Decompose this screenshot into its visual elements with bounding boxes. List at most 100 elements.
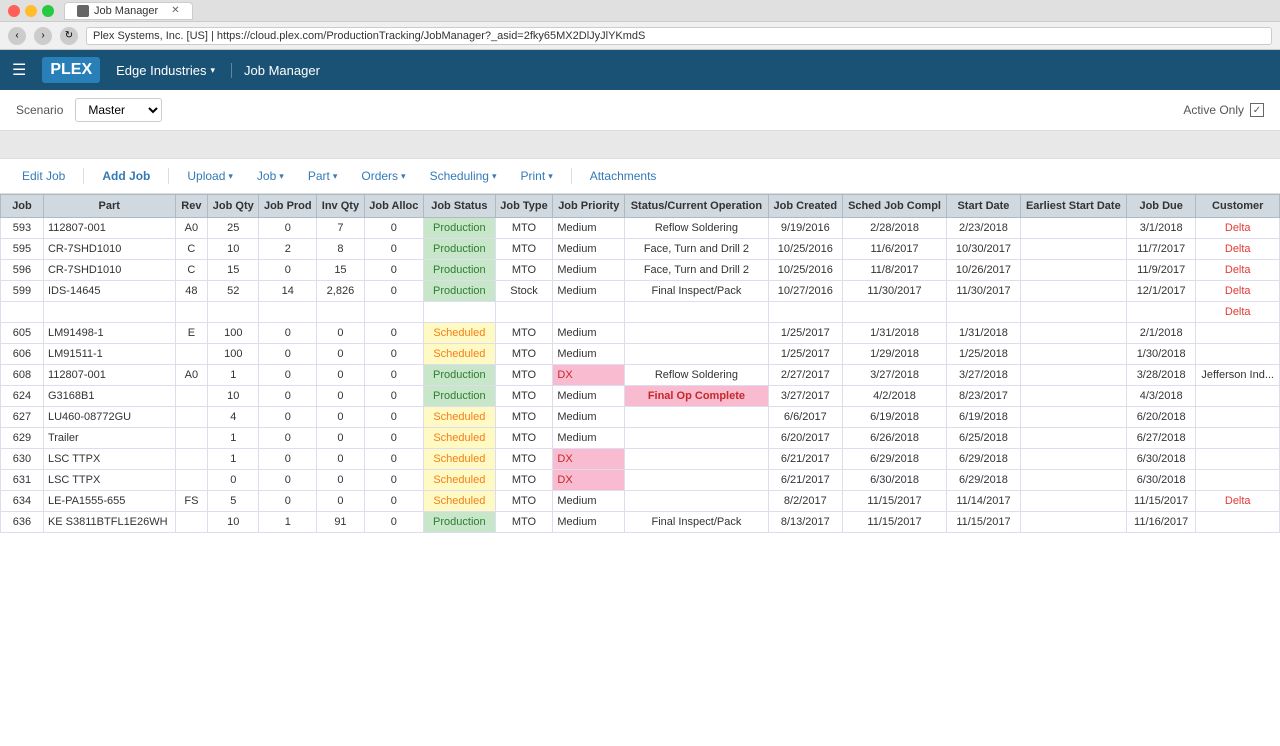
- company-dropdown-icon[interactable]: ▾: [210, 65, 215, 76]
- part-dropdown-icon: ▾: [333, 171, 338, 182]
- attachments-button[interactable]: Attachments: [580, 165, 667, 187]
- table-cell: Medium: [553, 491, 625, 512]
- header-job-alloc[interactable]: Job Alloc: [364, 195, 423, 218]
- table-cell: Delta: [1196, 491, 1280, 512]
- minimize-button[interactable]: [25, 5, 37, 17]
- url-bar[interactable]: Plex Systems, Inc. [US] | https://cloud.…: [86, 27, 1272, 45]
- table-cell: Medium: [553, 344, 625, 365]
- table-row[interactable]: 599IDS-146454852142,8260ProductionStockM…: [1, 281, 1280, 302]
- table-row[interactable]: Delta: [1, 302, 1280, 323]
- table-cell: Medium: [553, 428, 625, 449]
- table-cell: 11/15/2017: [842, 512, 946, 533]
- header-customer[interactable]: Customer: [1196, 195, 1280, 218]
- header-earliest[interactable]: Earliest Start Date: [1020, 195, 1126, 218]
- table-cell: [175, 302, 208, 323]
- header-job-prod[interactable]: Job Prod: [259, 195, 317, 218]
- table-row[interactable]: 627LU460-08772GU4000ScheduledMTOMedium6/…: [1, 407, 1280, 428]
- header-created[interactable]: Job Created: [768, 195, 842, 218]
- table-cell: 8/23/2017: [947, 386, 1021, 407]
- table-cell: LM91498-1: [43, 323, 175, 344]
- header-job-qty[interactable]: Job Qty: [208, 195, 259, 218]
- table-row[interactable]: 593112807-001A025070ProductionMTOMediumR…: [1, 218, 1280, 239]
- header-job[interactable]: Job: [1, 195, 44, 218]
- table-row[interactable]: 595CR-7SHD1010C10280ProductionMTOMediumF…: [1, 239, 1280, 260]
- scheduling-button[interactable]: Scheduling ▾: [420, 165, 507, 187]
- table-header: Job Part Rev Job Qty Job Prod Inv Qty Jo…: [1, 195, 1280, 218]
- header-job-status[interactable]: Job Status: [424, 195, 496, 218]
- table-row[interactable]: 605LM91498-1E100000ScheduledMTOMedium1/2…: [1, 323, 1280, 344]
- job-button[interactable]: Job ▾: [247, 165, 294, 187]
- table-cell: IDS-14645: [43, 281, 175, 302]
- header-due[interactable]: Job Due: [1126, 195, 1196, 218]
- header-rev[interactable]: Rev: [175, 195, 208, 218]
- hamburger-menu-icon[interactable]: ☰: [12, 60, 26, 80]
- orders-button[interactable]: Orders ▾: [351, 165, 415, 187]
- scenario-select[interactable]: Master: [75, 98, 162, 122]
- table-row[interactable]: 629Trailer1000ScheduledMTOMedium6/20/201…: [1, 428, 1280, 449]
- table-cell: KE S3811BTFL1E26WH: [43, 512, 175, 533]
- header-inv-qty[interactable]: Inv Qty: [317, 195, 364, 218]
- header-operation[interactable]: Status/Current Operation: [625, 195, 769, 218]
- table-cell: [208, 302, 259, 323]
- refresh-button[interactable]: ↻: [60, 27, 78, 45]
- table-row[interactable]: 606LM91511-1100000ScheduledMTOMedium1/25…: [1, 344, 1280, 365]
- table-cell: 0: [364, 323, 423, 344]
- table-cell: 3/27/2017: [768, 386, 842, 407]
- table-cell: [625, 302, 769, 323]
- table-row[interactable]: 631LSC TTPX0000ScheduledMTODX6/21/20176/…: [1, 470, 1280, 491]
- table-cell: Final Inspect/Pack: [625, 512, 769, 533]
- tab-close-icon[interactable]: ✕: [171, 5, 179, 16]
- table-cell: 630: [1, 449, 44, 470]
- header-job-type[interactable]: Job Type: [495, 195, 553, 218]
- tab-label: Job Manager: [94, 5, 158, 17]
- table-cell: 5: [208, 491, 259, 512]
- table-cell: [1020, 470, 1126, 491]
- table-cell: [259, 302, 317, 323]
- forward-button[interactable]: ›: [34, 27, 52, 45]
- table-cell: Medium: [553, 386, 625, 407]
- table-cell: [625, 407, 769, 428]
- separator: [168, 168, 169, 184]
- back-button[interactable]: ‹: [8, 27, 26, 45]
- table-cell: MTO: [495, 470, 553, 491]
- table-cell: 11/6/2017: [842, 239, 946, 260]
- table-row[interactable]: 634LE-PA1555-655FS5000ScheduledMTOMedium…: [1, 491, 1280, 512]
- active-only-checkbox[interactable]: [1250, 103, 1264, 117]
- table-cell: 8/13/2017: [768, 512, 842, 533]
- close-button[interactable]: [8, 5, 20, 17]
- table-cell: 6/21/2017: [768, 470, 842, 491]
- add-job-button[interactable]: Add Job: [92, 165, 160, 187]
- table-row[interactable]: 624G3168B110000ProductionMTOMediumFinal …: [1, 386, 1280, 407]
- header-part[interactable]: Part: [43, 195, 175, 218]
- upload-button[interactable]: Upload ▾: [177, 165, 243, 187]
- maximize-button[interactable]: [42, 5, 54, 17]
- table-cell: 52: [208, 281, 259, 302]
- browser-tab[interactable]: Job Manager ✕: [64, 2, 193, 20]
- table-cell: 0: [364, 470, 423, 491]
- header-start[interactable]: Start Date: [947, 195, 1021, 218]
- scheduling-dropdown-icon: ▾: [492, 171, 497, 182]
- table-row[interactable]: 630LSC TTPX1000ScheduledMTODX6/21/20176/…: [1, 449, 1280, 470]
- table-cell: 10: [208, 512, 259, 533]
- table-cell: MTO: [495, 491, 553, 512]
- table-cell: 12/1/2017: [1126, 281, 1196, 302]
- table-cell: 10/27/2016: [768, 281, 842, 302]
- table-row[interactable]: 596CR-7SHD1010C150150ProductionMTOMedium…: [1, 260, 1280, 281]
- edit-job-button[interactable]: Edit Job: [12, 165, 75, 187]
- table-row[interactable]: 608112807-001A01000ProductionMTODXReflow…: [1, 365, 1280, 386]
- table-cell: 100: [208, 323, 259, 344]
- header-compl[interactable]: Sched Job Compl: [842, 195, 946, 218]
- table-body: 593112807-001A025070ProductionMTOMediumR…: [1, 218, 1280, 533]
- table-cell: [625, 491, 769, 512]
- table-cell: Delta: [1196, 260, 1280, 281]
- table-row[interactable]: 636KE S3811BTFL1E26WH101910ProductionMTO…: [1, 512, 1280, 533]
- table-cell: 11/8/2017: [842, 260, 946, 281]
- print-button[interactable]: Print ▾: [511, 165, 563, 187]
- table-cell: 608: [1, 365, 44, 386]
- header-job-priority[interactable]: Job Priority: [553, 195, 625, 218]
- part-button[interactable]: Part ▾: [298, 165, 348, 187]
- table-cell: [175, 428, 208, 449]
- table-cell: [1020, 260, 1126, 281]
- scenario-label: Scenario: [16, 103, 63, 117]
- table-cell: [842, 302, 946, 323]
